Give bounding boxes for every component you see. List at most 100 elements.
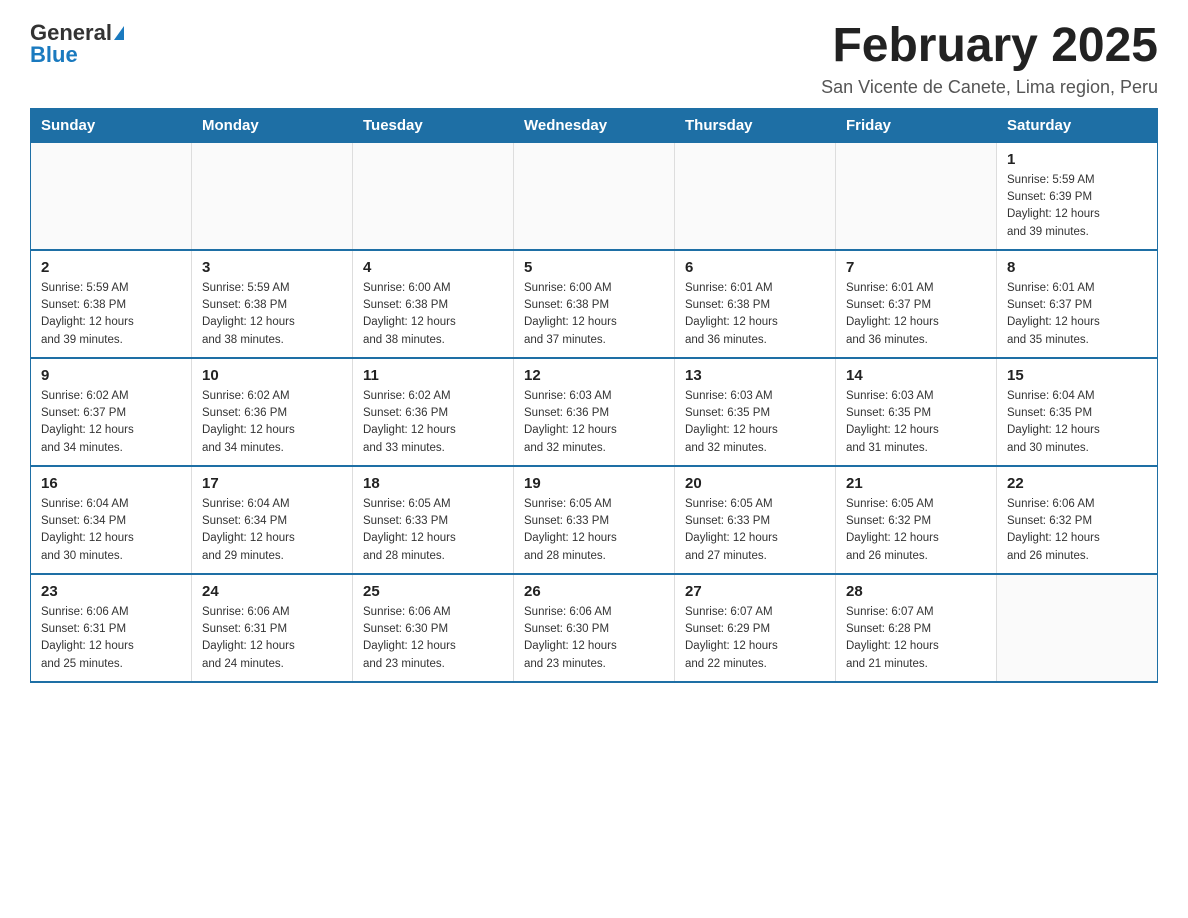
day-number: 12	[524, 367, 664, 384]
calendar-week-3: 9 Sunrise: 6:02 AMSunset: 6:37 PMDaylight…	[31, 358, 1158, 466]
calendar-cell: 27Sunrise: 6:07 AMSunset: 6:29 PMDayligh…	[675, 574, 836, 682]
day-number: 18	[363, 475, 503, 492]
calendar-table: SundayMondayTuesdayWednesdayThursdayFrid…	[30, 108, 1158, 683]
day-info: Sunrise: 6:01 AMSunset: 6:37 PMDaylight:…	[846, 280, 986, 349]
day-info: Sunrise: 6:02 AMSunset: 6:36 PMDaylight:…	[363, 388, 503, 457]
calendar-cell: 2Sunrise: 5:59 AMSunset: 6:38 PMDaylight…	[31, 250, 192, 358]
day-info: Sunrise: 6:00 AMSunset: 6:38 PMDaylight:…	[363, 280, 503, 349]
calendar-cell: 3Sunrise: 5:59 AMSunset: 6:38 PMDaylight…	[192, 250, 353, 358]
day-number: 7	[846, 259, 986, 276]
weekday-header-friday: Friday	[836, 108, 997, 142]
day-number: 26	[524, 583, 664, 600]
calendar-cell: 13 Sunrise: 6:03 AMSunset: 6:35 PMDayligh…	[675, 358, 836, 466]
title-block: February 2025 San Vicente de Canete, Lim…	[821, 20, 1158, 98]
weekday-header-row: SundayMondayTuesdayWednesdayThursdayFrid…	[31, 108, 1158, 142]
logo: General Blue	[30, 20, 124, 68]
weekday-header-sunday: Sunday	[31, 108, 192, 142]
calendar-cell	[192, 142, 353, 250]
day-info: Sunrise: 6:03 AMSunset: 6:35 PMDaylight:…	[685, 388, 825, 457]
day-number: 25	[363, 583, 503, 600]
day-info: Sunrise: 6:02 AMSunset: 6:37 PMDaylight:…	[41, 388, 181, 457]
day-number: 8	[1007, 259, 1147, 276]
calendar-cell: 9 Sunrise: 6:02 AMSunset: 6:37 PMDaylight…	[31, 358, 192, 466]
day-info: Sunrise: 6:04 AMSunset: 6:34 PMDaylight:…	[41, 496, 181, 565]
calendar-cell	[353, 142, 514, 250]
location-text: San Vicente de Canete, Lima region, Peru	[821, 77, 1158, 98]
calendar-cell: 28 Sunrise: 6:07 AMSunset: 6:28 PMDayligh…	[836, 574, 997, 682]
calendar-body: 1 Sunrise: 5:59 AMSunset: 6:39 PMDaylight…	[31, 142, 1158, 682]
calendar-cell: 1 Sunrise: 5:59 AMSunset: 6:39 PMDaylight…	[997, 142, 1158, 250]
calendar-cell: 7 Sunrise: 6:01 AMSunset: 6:37 PMDaylight…	[836, 250, 997, 358]
calendar-cell	[997, 574, 1158, 682]
calendar-week-4: 16 Sunrise: 6:04 AMSunset: 6:34 PMDayligh…	[31, 466, 1158, 574]
calendar-cell: 17 Sunrise: 6:04 AMSunset: 6:34 PMDayligh…	[192, 466, 353, 574]
calendar-cell: 14 Sunrise: 6:03 AMSunset: 6:35 PMDayligh…	[836, 358, 997, 466]
calendar-cell: 11Sunrise: 6:02 AMSunset: 6:36 PMDayligh…	[353, 358, 514, 466]
calendar-week-1: 1 Sunrise: 5:59 AMSunset: 6:39 PMDaylight…	[31, 142, 1158, 250]
calendar-cell: 25 Sunrise: 6:06 AMSunset: 6:30 PMDayligh…	[353, 574, 514, 682]
day-number: 1	[1007, 151, 1147, 168]
day-info: Sunrise: 6:03 AMSunset: 6:36 PMDaylight:…	[524, 388, 664, 457]
calendar-cell: 6 Sunrise: 6:01 AMSunset: 6:38 PMDaylight…	[675, 250, 836, 358]
day-info: Sunrise: 6:05 AMSunset: 6:33 PMDaylight:…	[685, 496, 825, 565]
day-number: 21	[846, 475, 986, 492]
day-number: 17	[202, 475, 342, 492]
day-info: Sunrise: 6:04 AMSunset: 6:35 PMDaylight:…	[1007, 388, 1147, 457]
day-info: Sunrise: 6:07 AMSunset: 6:28 PMDaylight:…	[846, 604, 986, 673]
day-number: 9	[41, 367, 181, 384]
page-header: General Blue February 2025 San Vicente d…	[30, 20, 1158, 98]
day-number: 24	[202, 583, 342, 600]
calendar-cell: 12 Sunrise: 6:03 AMSunset: 6:36 PMDayligh…	[514, 358, 675, 466]
logo-blue-text: Blue	[30, 42, 78, 68]
day-info: Sunrise: 6:06 AMSunset: 6:32 PMDaylight:…	[1007, 496, 1147, 565]
day-info: Sunrise: 6:01 AMSunset: 6:37 PMDaylight:…	[1007, 280, 1147, 349]
weekday-header-thursday: Thursday	[675, 108, 836, 142]
day-info: Sunrise: 6:06 AMSunset: 6:31 PMDaylight:…	[202, 604, 342, 673]
day-info: Sunrise: 6:06 AMSunset: 6:30 PMDaylight:…	[524, 604, 664, 673]
day-number: 16	[41, 475, 181, 492]
day-number: 20	[685, 475, 825, 492]
calendar-cell: 10 Sunrise: 6:02 AMSunset: 6:36 PMDayligh…	[192, 358, 353, 466]
calendar-cell	[836, 142, 997, 250]
calendar-cell: 22 Sunrise: 6:06 AMSunset: 6:32 PMDayligh…	[997, 466, 1158, 574]
day-number: 23	[41, 583, 181, 600]
day-info: Sunrise: 6:05 AMSunset: 6:33 PMDaylight:…	[363, 496, 503, 565]
day-info: Sunrise: 5:59 AMSunset: 6:38 PMDaylight:…	[202, 280, 342, 349]
calendar-cell: 8 Sunrise: 6:01 AMSunset: 6:37 PMDaylight…	[997, 250, 1158, 358]
calendar-cell: 5Sunrise: 6:00 AMSunset: 6:38 PMDaylight…	[514, 250, 675, 358]
day-info: Sunrise: 6:04 AMSunset: 6:34 PMDaylight:…	[202, 496, 342, 565]
calendar-cell: 19Sunrise: 6:05 AMSunset: 6:33 PMDayligh…	[514, 466, 675, 574]
weekday-header-monday: Monday	[192, 108, 353, 142]
calendar-cell: 4 Sunrise: 6:00 AMSunset: 6:38 PMDaylight…	[353, 250, 514, 358]
calendar-cell: 18 Sunrise: 6:05 AMSunset: 6:33 PMDayligh…	[353, 466, 514, 574]
day-info: Sunrise: 6:05 AMSunset: 6:33 PMDaylight:…	[524, 496, 664, 565]
day-number: 15	[1007, 367, 1147, 384]
day-info: Sunrise: 6:01 AMSunset: 6:38 PMDaylight:…	[685, 280, 825, 349]
day-info: Sunrise: 5:59 AMSunset: 6:39 PMDaylight:…	[1007, 172, 1147, 241]
calendar-header: SundayMondayTuesdayWednesdayThursdayFrid…	[31, 108, 1158, 142]
day-number: 13	[685, 367, 825, 384]
day-number: 28	[846, 583, 986, 600]
calendar-cell: 16 Sunrise: 6:04 AMSunset: 6:34 PMDayligh…	[31, 466, 192, 574]
calendar-cell: 26 Sunrise: 6:06 AMSunset: 6:30 PMDayligh…	[514, 574, 675, 682]
day-info: Sunrise: 6:06 AMSunset: 6:30 PMDaylight:…	[363, 604, 503, 673]
calendar-cell	[514, 142, 675, 250]
day-number: 4	[363, 259, 503, 276]
calendar-cell: 24 Sunrise: 6:06 AMSunset: 6:31 PMDayligh…	[192, 574, 353, 682]
calendar-week-2: 2Sunrise: 5:59 AMSunset: 6:38 PMDaylight…	[31, 250, 1158, 358]
calendar-cell: 15 Sunrise: 6:04 AMSunset: 6:35 PMDayligh…	[997, 358, 1158, 466]
day-info: Sunrise: 5:59 AMSunset: 6:38 PMDaylight:…	[41, 280, 181, 349]
day-number: 10	[202, 367, 342, 384]
day-info: Sunrise: 6:03 AMSunset: 6:35 PMDaylight:…	[846, 388, 986, 457]
day-info: Sunrise: 6:06 AMSunset: 6:31 PMDaylight:…	[41, 604, 181, 673]
day-info: Sunrise: 6:02 AMSunset: 6:36 PMDaylight:…	[202, 388, 342, 457]
month-title: February 2025	[821, 20, 1158, 73]
day-number: 6	[685, 259, 825, 276]
day-number: 22	[1007, 475, 1147, 492]
day-number: 27	[685, 583, 825, 600]
calendar-cell	[31, 142, 192, 250]
day-number: 14	[846, 367, 986, 384]
weekday-header-saturday: Saturday	[997, 108, 1158, 142]
day-info: Sunrise: 6:00 AMSunset: 6:38 PMDaylight:…	[524, 280, 664, 349]
day-info: Sunrise: 6:05 AMSunset: 6:32 PMDaylight:…	[846, 496, 986, 565]
